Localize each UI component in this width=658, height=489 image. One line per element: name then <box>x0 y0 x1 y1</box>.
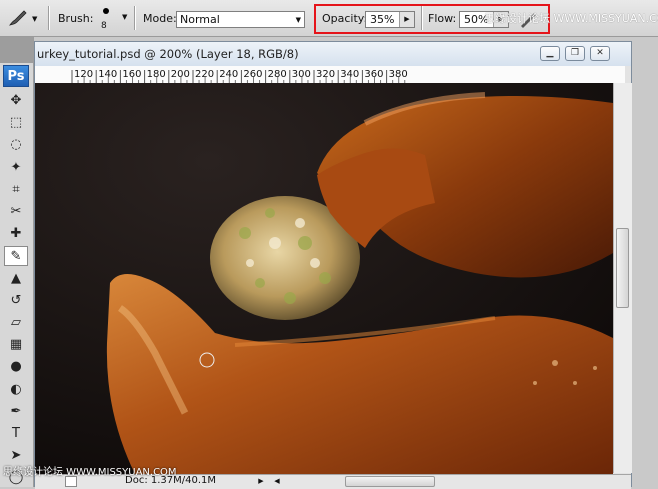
vertical-scrollbar[interactable] <box>613 83 632 473</box>
toolbox-grip[interactable] <box>0 37 33 63</box>
brush-preset-icon <box>9 10 27 26</box>
brush-tool-icon: ✎ <box>10 249 22 265</box>
brush-tip-icon <box>103 8 109 14</box>
maximize-icon: ❐ <box>570 48 580 58</box>
healing-brush-icon: ✚ <box>10 226 22 242</box>
type-tool-button[interactable]: T <box>4 424 28 444</box>
pen-tool-button[interactable]: ✒ <box>4 402 28 422</box>
blur-icon: ● <box>10 359 22 375</box>
watermark: 思缘设计论坛 WWW.MISSYUAN.COM <box>484 12 658 25</box>
brush-tool-button[interactable]: ✎ <box>4 246 28 267</box>
history-brush-button[interactable]: ↺ <box>4 291 28 311</box>
document-title: urkey_tutorial.psd @ 200% (Layer 18, RGB… <box>37 47 299 61</box>
watermark-bottom: 思缘设计论坛 WWW.MISSYUAN.COM <box>3 467 177 478</box>
magic-wand-button[interactable]: ✦ <box>4 158 28 178</box>
horizontal-ruler[interactable]: 120 140 160 180 200 220 240 260 280 300 320 340 360 3… <box>35 66 625 84</box>
ruler-label: 120 <box>74 69 93 80</box>
divider <box>421 6 423 30</box>
close-icon: ✕ <box>596 48 604 58</box>
horizontal-scroll-thumb[interactable] <box>345 476 435 487</box>
maximize-button[interactable]: ❐ <box>565 46 585 61</box>
mode-value: Normal <box>180 13 220 26</box>
slice-tool-button[interactable]: ✂ <box>4 202 28 222</box>
document-window: urkey_tutorial.psd @ 200% (Layer 18, RGB… <box>34 41 632 489</box>
history-brush-icon: ↺ <box>10 292 22 308</box>
ruler-label: 320 <box>316 69 335 80</box>
divider <box>134 6 136 30</box>
photoshop-logo[interactable]: Ps <box>3 65 29 87</box>
move-tool-button[interactable]: ✥ <box>4 91 28 111</box>
marquee-tool-button[interactable]: ⬚ <box>4 113 28 133</box>
magic-wand-icon: ✦ <box>10 159 22 175</box>
crop-tool-button[interactable]: ⌗ <box>4 180 28 200</box>
clone-stamp-icon: ▲ <box>11 270 21 286</box>
ruler-label: 360 <box>364 69 383 80</box>
options-bar: ▼ Brush: 8 ▼ Mode: Normal ▼ Opacity: 35%… <box>0 0 658 37</box>
move-tool-icon: ✥ <box>10 93 22 108</box>
opacity-value: 35% <box>370 13 395 26</box>
ruler-label: 340 <box>340 69 359 80</box>
ruler-label: 240 <box>219 69 238 80</box>
ruler-label: 280 <box>268 69 287 80</box>
opacity-field[interactable]: 35% ▶ <box>365 11 415 28</box>
divider <box>48 6 50 30</box>
eraser-button[interactable]: ▱ <box>4 313 28 333</box>
ruler-label: 220 <box>195 69 214 80</box>
chevron-down-icon: ▼ <box>32 15 38 23</box>
healing-brush-button[interactable]: ✚ <box>4 224 28 244</box>
lasso-tool-icon: ◌ <box>10 137 22 153</box>
ruler-label: 180 <box>147 69 166 80</box>
ruler-label: 380 <box>389 69 408 80</box>
blur-button[interactable]: ● <box>4 357 28 377</box>
chevron-down-icon: ▼ <box>122 13 128 21</box>
pen-tool-icon: ✒ <box>10 403 22 419</box>
minimize-button[interactable]: ▁ <box>540 46 560 61</box>
ruler-label: 200 <box>171 69 190 80</box>
dodge-icon: ◐ <box>10 381 22 397</box>
mode-select[interactable]: Normal ▼ <box>176 11 305 28</box>
opacity-label: Opacity: <box>322 12 368 25</box>
close-button[interactable]: ✕ <box>590 46 610 61</box>
image-canvas[interactable] <box>35 83 613 474</box>
gradient-button[interactable]: ▦ <box>4 335 28 355</box>
type-tool-icon: T <box>12 426 20 441</box>
ruler-ticks: 120 140 160 180 200 220 240 260 280 300 320 340 360 3… <box>71 69 408 83</box>
flow-label: Flow: <box>428 12 457 25</box>
scroll-left-icon[interactable]: ◀ <box>271 475 283 488</box>
toolbox: Ps ✥ ⬚ ◌ ✦ ⌗ ✂ ✚ ✎ ▲ ↺ ▱ ▦ ● ◐ ✒ T ➤ ◯ <box>0 37 34 487</box>
slice-tool-icon: ✂ <box>10 204 22 219</box>
lasso-tool-button[interactable]: ◌ <box>4 135 28 155</box>
minimize-icon: ▁ <box>546 48 554 58</box>
ruler-label: 160 <box>122 69 141 80</box>
chevron-down-icon: ▼ <box>295 16 301 24</box>
turkey-artwork <box>35 83 613 474</box>
ruler-label: 140 <box>98 69 117 80</box>
clone-stamp-button[interactable]: ▲ <box>4 269 28 289</box>
dodge-button[interactable]: ◐ <box>4 380 28 400</box>
brush-size-value: 8 <box>101 21 107 31</box>
gradient-icon: ▦ <box>9 337 23 353</box>
brush-label: Brush: <box>58 12 94 25</box>
tool-preset-picker[interactable]: ▼ <box>6 8 40 28</box>
crop-tool-icon: ⌗ <box>12 181 20 197</box>
status-menu-arrow-icon[interactable]: ▶ <box>255 475 267 488</box>
document-title-bar[interactable]: urkey_tutorial.psd @ 200% (Layer 18, RGB… <box>35 42 631 66</box>
ruler-label: 300 <box>292 69 311 80</box>
mode-label: Mode: <box>143 12 177 25</box>
scroll-thumb[interactable] <box>616 228 629 308</box>
chevron-right-icon[interactable]: ▶ <box>399 12 414 27</box>
eraser-icon: ▱ <box>11 315 21 330</box>
ruler-label: 260 <box>243 69 262 80</box>
marquee-tool-icon: ⬚ <box>9 115 23 131</box>
